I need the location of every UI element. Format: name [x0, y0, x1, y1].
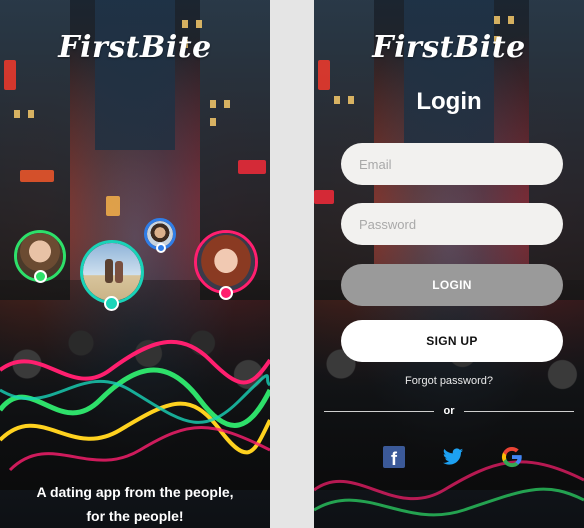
online-indicator [104, 296, 119, 311]
tagline-line-1: A dating app from the people, [36, 484, 234, 500]
google-icon[interactable] [501, 446, 523, 468]
neon-sign [20, 170, 54, 182]
login-screen: FirstBite Login LOGIN SIGN UP Forgot pas… [314, 0, 584, 528]
neon-sign [314, 190, 334, 204]
online-indicator [34, 270, 47, 283]
signup-button[interactable]: SIGN UP [341, 320, 563, 362]
facebook-icon[interactable]: f [383, 446, 405, 468]
login-button[interactable]: LOGIN [341, 264, 563, 306]
neon-waves [0, 339, 270, 472]
neon-waves [314, 460, 584, 517]
onboarding-screen: FirstBite A dating app from the people, … [0, 0, 270, 528]
divider-line [464, 411, 574, 412]
divider-line [324, 411, 434, 412]
avatar-woman-redhair[interactable] [194, 230, 258, 294]
online-indicator [156, 243, 166, 253]
password-field[interactable] [341, 203, 563, 245]
online-indicator [219, 286, 233, 300]
tagline-line-2: for the people! [86, 508, 184, 524]
page-title: Login [416, 88, 482, 115]
avatar-couple-beach[interactable] [80, 240, 144, 304]
app-logo: FirstBite [58, 30, 212, 65]
app-logo: FirstBite [372, 30, 526, 65]
tagline: A dating app from the people, for the pe… [0, 480, 270, 528]
twitter-icon[interactable] [442, 446, 464, 468]
background-building [404, 0, 494, 150]
screen-separator [270, 0, 314, 528]
background-building [95, 0, 175, 150]
email-field[interactable] [341, 143, 563, 185]
neon-sign [238, 160, 266, 174]
or-separator: or [443, 405, 455, 417]
forgot-password-link[interactable]: Forgot password? [314, 375, 584, 387]
neon-sign [106, 196, 120, 216]
